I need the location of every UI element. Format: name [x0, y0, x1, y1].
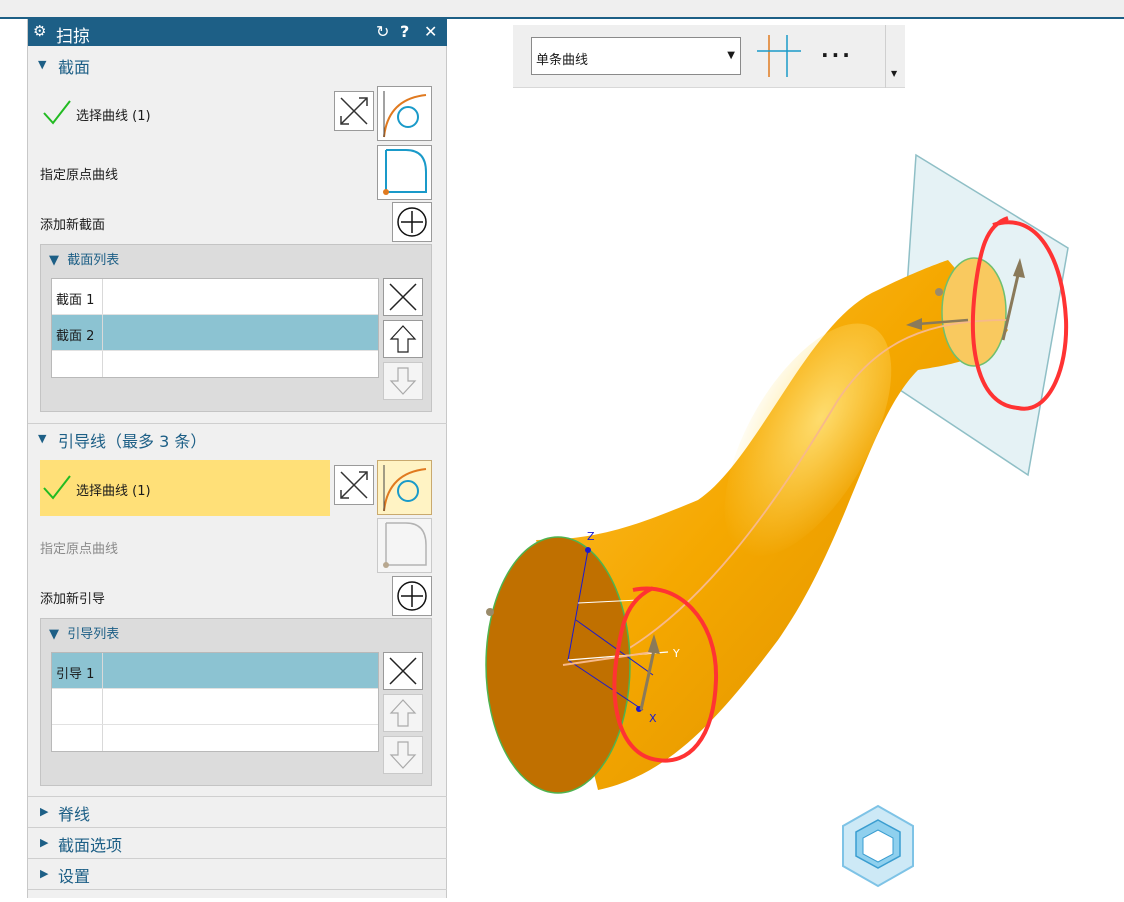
remove-guide-button[interactable] — [383, 652, 423, 690]
list-item[interactable]: 引导 1 — [52, 653, 378, 689]
guide-list-header[interactable]: ▼ 引导列表 — [49, 623, 119, 642]
chevron-down-icon: ▼ — [38, 432, 47, 445]
list-item-empty — [52, 725, 378, 751]
list-item[interactable]: 截面 1 — [52, 279, 378, 315]
add-new-guide-label: 添加新引导 — [40, 592, 106, 607]
sweep-model-canvas[interactable]: Z X Y — [448, 20, 1124, 898]
sweep-dialog: ⚙ 扫掠 ↻ ? ✕ ▼ 截面 选择曲线 (1) 指定原点曲线 添加新截面 ▼ … — [27, 19, 447, 898]
plus-circle-icon — [397, 207, 427, 237]
chevron-down-icon: ▼ — [38, 58, 47, 71]
guide-origin-curve-button[interactable] — [377, 518, 432, 573]
list-item-label-empty — [52, 351, 103, 377]
curve-selector-button[interactable] — [377, 86, 432, 141]
section-list-header[interactable]: ▼ 截面列表 — [49, 249, 119, 268]
x-axis-label: X — [649, 712, 657, 725]
section-list-group: ▼ 截面列表 截面 1 截面 2 — [40, 244, 432, 412]
curve-circle-icon — [383, 91, 427, 138]
gear-icon[interactable]: ⚙ — [33, 22, 46, 40]
guide-list-group: ▼ 引导列表 引导 1 — [40, 618, 432, 786]
close-icon — [389, 657, 417, 685]
app-top-bar — [0, 0, 1124, 19]
section-options-header[interactable]: ▶ 截面选项 — [28, 827, 447, 857]
control-point[interactable] — [486, 608, 494, 616]
guide-list-title: 引导列表 — [67, 627, 120, 642]
reverse-direction-icon — [340, 471, 368, 499]
list-item-empty — [52, 689, 378, 725]
reverse-direction-icon — [340, 97, 368, 125]
dialog-title: 扫掠 — [56, 27, 90, 47]
z-axis-handle[interactable] — [585, 547, 591, 553]
move-up-button[interactable] — [383, 320, 423, 358]
guide-curve-selector-button[interactable] — [377, 460, 432, 515]
reverse-direction-button[interactable] — [334, 91, 374, 131]
list-item-label: 截面 2 — [52, 315, 103, 350]
section-header-label: 截面 — [58, 58, 91, 77]
reset-icon[interactable]: ↻ — [376, 22, 389, 41]
section-origin-curve-button[interactable] — [377, 145, 432, 200]
section-specify-origin-label: 指定原点曲线 — [40, 168, 119, 183]
guide-header-label: 引导线（最多 3 条） — [58, 432, 207, 451]
chevron-right-icon: ▶ — [40, 867, 49, 880]
origin-curve-icon — [383, 149, 427, 195]
guide-move-down-button[interactable] — [383, 736, 423, 774]
add-section-button[interactable] — [392, 202, 432, 242]
curve-circle-icon — [383, 465, 427, 512]
help-icon[interactable]: ? — [400, 22, 409, 41]
guide-move-up-button[interactable] — [383, 694, 423, 732]
guide-select-curve-row[interactable]: 选择曲线 (1) — [40, 460, 330, 516]
list-item-label-empty — [52, 689, 103, 724]
divider — [28, 889, 447, 890]
settings-label: 设置 — [58, 867, 91, 886]
settings-header[interactable]: ▶ 设置 — [28, 858, 447, 888]
arrow-up-icon — [389, 325, 417, 353]
dialog-titlebar: ⚙ 扫掠 ↻ ? ✕ — [28, 19, 447, 47]
guide-header[interactable]: ▼ 引导线（最多 3 条） — [28, 423, 447, 453]
guide-select-curve-label: 选择曲线 (1) — [76, 484, 151, 499]
add-guide-button[interactable] — [392, 576, 432, 616]
section-list-title: 截面列表 — [67, 253, 120, 268]
list-item-label: 引导 1 — [52, 653, 103, 688]
section-list: 截面 1 截面 2 — [51, 278, 379, 378]
y-axis-label: Y — [672, 647, 680, 660]
list-item-label: 截面 1 — [52, 279, 103, 314]
start-section-face[interactable] — [485, 536, 631, 794]
section-options-label: 截面选项 — [58, 836, 123, 855]
arrow-down-icon — [389, 367, 417, 395]
spine-label: 脊线 — [58, 805, 91, 824]
arrow-up-icon — [389, 699, 417, 727]
origin-curve-icon — [383, 522, 427, 568]
guide-specify-origin-label: 指定原点曲线 — [40, 542, 119, 557]
guide-list: 引导 1 — [51, 652, 379, 752]
list-item[interactable]: 截面 2 — [52, 315, 378, 351]
list-item-label-empty — [52, 725, 103, 751]
chevron-right-icon: ▶ — [40, 836, 49, 849]
check-icon — [43, 100, 71, 125]
add-new-section-label: 添加新截面 — [40, 218, 106, 233]
control-point[interactable] — [935, 288, 943, 296]
move-down-button[interactable] — [383, 362, 423, 400]
z-axis-label: Z — [587, 530, 595, 543]
section-header[interactable]: ▼ 截面 — [28, 50, 447, 80]
plus-circle-icon — [397, 581, 427, 611]
chevron-right-icon: ▶ — [40, 805, 49, 818]
view-cube-icon[interactable] — [842, 804, 914, 888]
graphics-viewport[interactable]: Z X Y — [448, 20, 1124, 898]
close-icon[interactable]: ✕ — [424, 22, 437, 41]
close-icon — [389, 283, 417, 311]
section-select-curve-label: 选择曲线 (1) — [76, 109, 151, 124]
check-icon — [43, 475, 71, 500]
arrow-down-icon — [389, 741, 417, 769]
spine-section-header[interactable]: ▶ 脊线 — [28, 796, 447, 826]
remove-section-button[interactable] — [383, 278, 423, 316]
list-item-empty — [52, 351, 378, 377]
guide-reverse-direction-button[interactable] — [334, 465, 374, 505]
